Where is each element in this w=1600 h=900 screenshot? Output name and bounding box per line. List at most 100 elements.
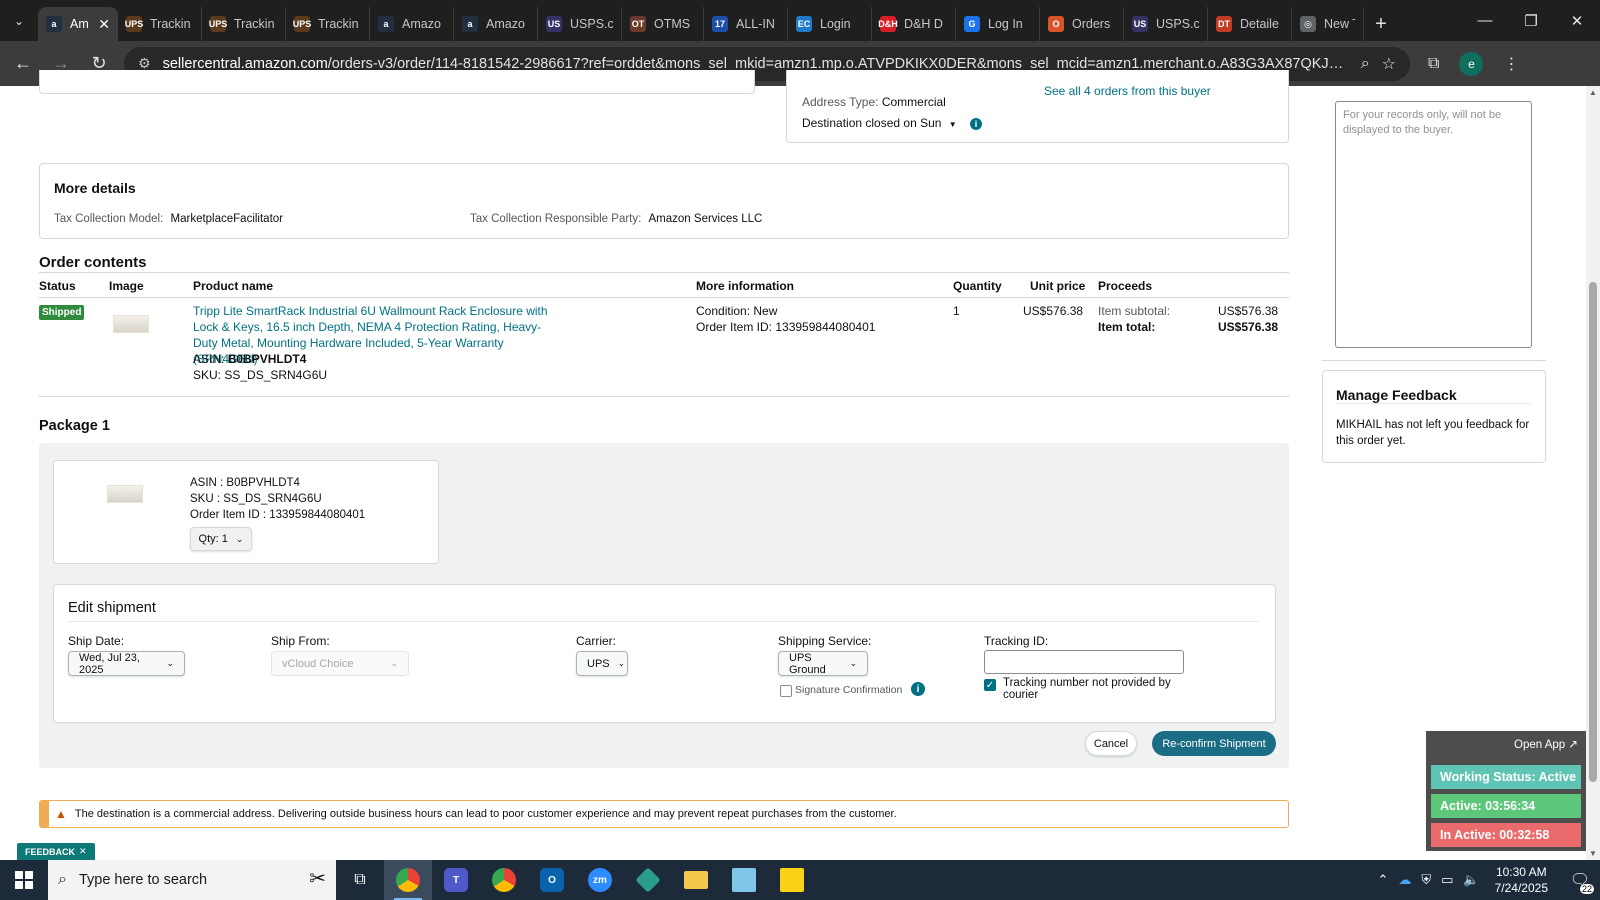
chevron-down-icon: ⌄ [849, 658, 857, 668]
browser-tab[interactable]: 17 ALL-IN [704, 7, 788, 41]
browser-tab[interactable]: G Log In [956, 7, 1040, 41]
product-thumbnail[interactable] [113, 315, 149, 333]
open-app-link[interactable]: Open App ↗ [1514, 737, 1578, 751]
tab-title: Trackin [150, 17, 191, 31]
minimize-icon[interactable]: — [1462, 0, 1508, 41]
onedrive-cloud-icon[interactable]: ☁ [1398, 872, 1411, 888]
close-icon[interactable]: ✕ [79, 846, 87, 857]
scroll-down-arrow-icon[interactable]: ▼ [1589, 849, 1597, 858]
task-view-icon[interactable]: ⧉ [336, 860, 384, 900]
browser-menu-icon[interactable]: ⋮ [1503, 54, 1519, 74]
browser-tab[interactable]: UPS Trackin [118, 7, 202, 41]
address-type-label: Address Type: [802, 95, 879, 109]
warning-icon: ▲ [55, 807, 67, 821]
order-notes-textarea[interactable]: For your records only, will not be displ… [1335, 101, 1532, 348]
cancel-button[interactable]: Cancel [1085, 731, 1137, 756]
browser-tab[interactable]: a Amazo [370, 7, 454, 41]
browser-tab[interactable]: ◎ New T [1292, 7, 1364, 41]
ship-to-card: Address Type: Commercial Destination clo… [786, 70, 1289, 143]
volume-icon[interactable]: 🔈 [1463, 872, 1479, 888]
tracking-id-input[interactable] [984, 650, 1184, 674]
taskbar-notepad-icon[interactable] [720, 860, 768, 900]
ship-date-label: Ship Date: [68, 634, 125, 648]
browser-tab[interactable]: US USPS.c [538, 7, 622, 41]
reconfirm-shipment-button[interactable]: Re-confirm Shipment [1152, 731, 1276, 756]
order-item-id-text: Order Item ID: 133959844080401 [696, 320, 876, 334]
tab-title: Detaile [1240, 17, 1279, 31]
feedback-tab[interactable]: FEEDBACK ✕ [17, 843, 95, 860]
taskbar-sticky-notes-icon[interactable] [768, 860, 816, 900]
notification-center-icon[interactable]: 🗨 22 [1560, 860, 1600, 900]
ship-date-dropdown[interactable]: Wed, Jul 23, 2025 ⌄ [68, 651, 185, 676]
carrier-dropdown[interactable]: UPS ⌄ [576, 651, 628, 676]
browser-tab[interactable]: UPS Trackin [286, 7, 370, 41]
chrome-logo-icon [396, 868, 420, 892]
signature-confirmation-label: Signature Confirmation [795, 684, 903, 696]
ship-from-dropdown[interactable]: vCloud Choice ⌄ [271, 651, 409, 676]
browser-tab[interactable]: DT Detaile [1208, 7, 1292, 41]
browser-tab[interactable]: D&H D&H D [872, 7, 956, 41]
qty-dropdown[interactable]: Qty: 1 ⌄ [190, 527, 252, 551]
zoom-magnifier-icon[interactable]: ⌕ [1361, 55, 1370, 73]
restore-icon[interactable]: ❐ [1508, 0, 1554, 41]
taskbar-zoom-icon[interactable]: zm [576, 860, 624, 900]
asin-label: ASIN: [193, 352, 225, 366]
browser-tab[interactable]: US USPS.c [1124, 7, 1208, 41]
taskbar-app-diamond-icon[interactable] [624, 860, 672, 900]
browser-tab[interactable]: a Am ✕ [38, 7, 118, 41]
browser-tab[interactable]: EC Login [788, 7, 872, 41]
package-asin: ASIN : B0BPVHLDT4 [190, 477, 300, 489]
browser-tab[interactable]: a Amazo [454, 7, 538, 41]
feedback-tab-label: FEEDBACK [25, 846, 76, 857]
outlook-logo-icon: O [540, 868, 564, 892]
tab-title: USPS.c [1156, 17, 1199, 31]
sku-value: SS_DS_SRN4G6U [224, 368, 328, 382]
browser-tab[interactable]: O Orders [1040, 7, 1124, 41]
info-icon[interactable]: i [911, 682, 925, 696]
alert-text: The destination is a commercial address.… [74, 808, 897, 820]
table-bottom-divider [39, 396, 1289, 397]
caret-down-icon[interactable]: ▼ [949, 120, 957, 129]
network-icon[interactable]: ▭ [1441, 872, 1453, 888]
carrier-label: Carrier: [576, 634, 617, 648]
scrollbar-thumb[interactable] [1589, 282, 1597, 782]
taskbar-clock[interactable]: 10:30 AM 7/24/2025 [1495, 864, 1548, 896]
tab-title: Log In [988, 17, 1023, 31]
close-window-icon[interactable]: ✕ [1554, 0, 1600, 41]
more-details-title: More details [54, 180, 136, 196]
asin-row: ASIN: B0BPVHLDT4 [193, 351, 306, 367]
extensions-puzzle-icon[interactable]: ⧉ [1428, 55, 1439, 73]
package-order-item-id: Order Item ID : 133959844080401 [190, 509, 366, 521]
see-all-orders-link[interactable]: See all 4 orders from this buyer [1044, 84, 1211, 98]
taskbar-chrome-profile-icon[interactable] [480, 860, 528, 900]
destination-closed-dropdown[interactable]: Destination closed on Sun [802, 116, 941, 130]
info-icon[interactable]: i [970, 118, 983, 130]
address-type-row: Address Type: Commercial [802, 95, 946, 109]
tab-list: a Am ✕ UPS Trackin UPS Trackin UPS Trackin a Amazo… [38, 7, 1364, 41]
item-total-label: Item total: [1098, 320, 1156, 334]
browser-tab[interactable]: OT OTMS [622, 7, 704, 41]
signature-confirmation-checkbox[interactable] [780, 685, 792, 697]
show-hidden-icons-chevron-icon[interactable]: ⌃ [1377, 872, 1388, 888]
defender-shield-icon[interactable]: ⛨ [1421, 872, 1431, 888]
col-header-unit-price: Unit price [1030, 279, 1086, 293]
start-button[interactable] [0, 860, 48, 900]
not-provided-checkbox[interactable]: ✓ [984, 679, 996, 691]
tab-search-chevron-icon[interactable]: ⌄ [0, 0, 38, 41]
profile-avatar[interactable]: e [1459, 51, 1484, 76]
shipping-service-dropdown[interactable]: UPS Ground ⌄ [778, 651, 868, 676]
back-arrow-icon[interactable]: ← [4, 45, 42, 83]
taskbar-search[interactable]: ⌕ Type here to search ✂ [48, 860, 336, 900]
taskbar-teams-icon[interactable]: T [432, 860, 480, 900]
taskbar-file-explorer-icon[interactable] [672, 860, 720, 900]
ship-from-value: vCloud Choice [282, 657, 354, 670]
col-header-more-info: More information [696, 279, 794, 293]
browser-tab[interactable]: UPS Trackin [202, 7, 286, 41]
bookmark-star-icon[interactable]: ☆ [1382, 54, 1396, 74]
taskbar-outlook-icon[interactable]: O [528, 860, 576, 900]
scroll-up-arrow-icon[interactable]: ▲ [1589, 88, 1597, 97]
new-tab-plus-icon[interactable]: + [1364, 7, 1398, 41]
page-scrollbar[interactable]: ▲ ▼ [1586, 86, 1600, 860]
taskbar-chrome-icon[interactable] [384, 860, 432, 900]
close-tab-icon[interactable]: ✕ [98, 16, 110, 33]
